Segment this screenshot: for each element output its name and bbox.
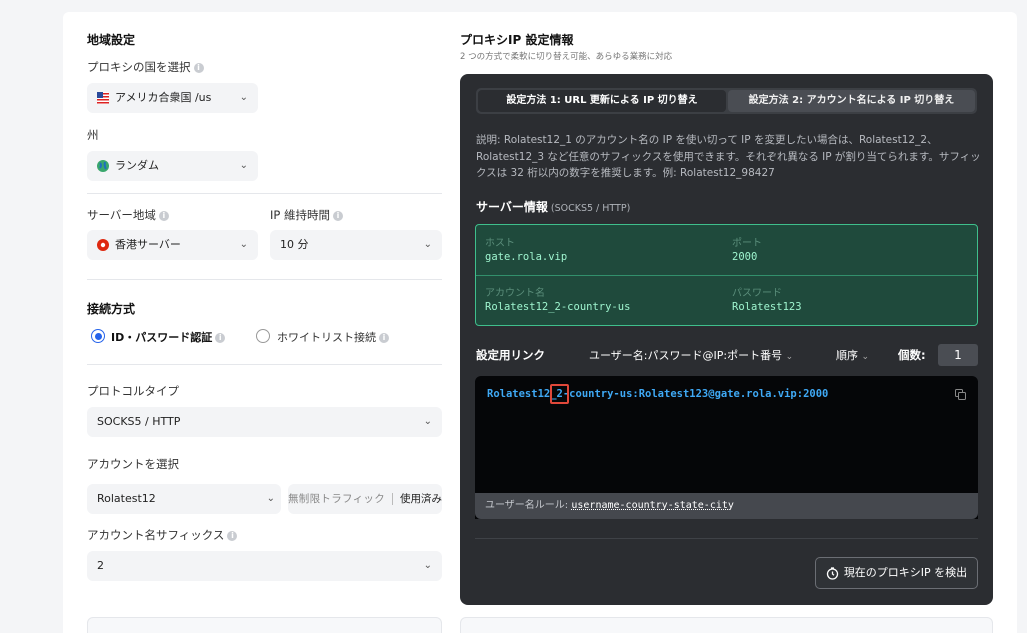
tab-method-1[interactable]: 設定方法 1: URL 更新による IP 切り替え [478, 90, 726, 112]
account-traffic-text: 無制限トラフィック [288, 493, 385, 505]
proxy-ip-settings-subtitle: 2 つの方式で柔軟に切り替え可能、あらゆる業務に対応 [460, 52, 673, 62]
connection-method-title: 接続方式 [87, 302, 136, 316]
divider [87, 279, 442, 280]
account-select-label: アカウントを選択 [87, 457, 179, 471]
chevron-down-icon: ⌄ [861, 352, 870, 362]
count-label: 個数: [898, 348, 926, 362]
chevron-down-icon: ⌄ [239, 160, 248, 171]
username-rule-bar: ユーザー名ルール: username-country-state-city [475, 493, 978, 519]
globe-icon [97, 160, 109, 172]
info-icon: i [332, 210, 343, 221]
method-description: 説明: Rolatest12_1 のアカウント名の IP を使い切って IP を… [476, 134, 981, 179]
proxy-country-select[interactable]: アメリカ合衆国 /us ⌄ [87, 83, 258, 113]
username-rule-value: username-country-state-city [571, 500, 734, 511]
ip-keep-value: 10 分 [280, 238, 309, 251]
proxy-country-value: アメリカ合衆国 /us [115, 91, 212, 104]
account-name-value[interactable]: Rolatest12_2-country-us [485, 301, 630, 313]
chevron-down-icon: ⌄ [239, 239, 248, 250]
suffix-highlight [550, 384, 569, 404]
chevron-down-icon: ⌄ [266, 493, 275, 504]
account-name-label: アカウント名 [485, 288, 545, 299]
divider [475, 538, 978, 539]
us-flag-icon [97, 92, 109, 104]
account-value: Rolatest12 [97, 492, 156, 505]
timer-icon [826, 566, 838, 580]
count-input[interactable]: 1 [938, 344, 978, 366]
account-suffix-select[interactable]: 2 ⌄ [87, 551, 442, 581]
proxy-country-label: プロキシの国を選択 i [87, 59, 204, 75]
whitelist-radio[interactable] [256, 329, 270, 343]
tab-method-2[interactable]: 設定方法 2: アカウント名による IP 切り替え [728, 90, 975, 112]
config-link-text[interactable]: Rolatest12_2-country-us:Rolatest123@gate… [487, 388, 828, 400]
ip-keep-select[interactable]: 10 分 ⌄ [270, 230, 442, 260]
next-panel [87, 617, 442, 633]
link-format-select[interactable]: ユーザー名:パスワード@IP:ポート番号 ⌄ [589, 347, 793, 363]
state-value: ランダム [115, 159, 159, 172]
server-info-box: ホスト gate.rola.vip ポート 2000 アカウント名 Rolate… [475, 224, 978, 326]
username-rule-label: ユーザー名ルール: [485, 500, 569, 511]
account-traffic-box: 無制限トラフィック 使用済み: 0% [288, 484, 442, 514]
id-password-radio[interactable] [91, 329, 105, 343]
port-value[interactable]: 2000 [732, 251, 757, 263]
region-settings-title: 地域設定 [87, 33, 136, 47]
id-password-option: ID・パスワード認証 i [111, 329, 226, 345]
copy-icon[interactable] [955, 389, 966, 400]
protocol-type-select[interactable]: SOCKS5 / HTTP ⌄ [87, 407, 442, 437]
account-used-text: 使用済み: 0% [400, 493, 442, 505]
port-label: ポート [732, 238, 762, 249]
order-select[interactable]: 順序 ⌄ [836, 347, 869, 363]
server-region-select[interactable]: 香港サーバー ⌄ [87, 230, 258, 260]
protocol-type-label: プロトコルタイプ [87, 384, 179, 398]
state-select[interactable]: ランダム ⌄ [87, 151, 258, 181]
chevron-down-icon: ⌄ [785, 352, 794, 362]
proxy-config-panel: 設定方法 1: URL 更新による IP 切り替え 設定方法 2: アカウント名… [460, 74, 993, 605]
account-suffix-label: アカウント名サフィックス i [87, 527, 238, 543]
info-icon: i [379, 333, 389, 343]
protocol-type-value: SOCKS5 / HTTP [97, 415, 181, 428]
host-value[interactable]: gate.rola.vip [485, 251, 567, 263]
server-info-title: サーバー情報 (SOCKS5 / HTTP) [476, 200, 631, 214]
chevron-down-icon: ⌄ [423, 416, 432, 427]
host-label: ホスト [485, 238, 515, 249]
password-label: パスワード [732, 288, 782, 299]
password-value[interactable]: Rolatest123 [732, 301, 802, 313]
whitelist-option: ホワイトリスト接続 i [277, 329, 389, 345]
config-link-row: 設定用リンク ユーザー名:パスワード@IP:ポート番号 ⌄ 順序 ⌄ 個数: 1 [476, 344, 978, 368]
proxy-ip-settings-title: プロキシIP 設定情報 [460, 33, 574, 47]
detect-proxy-ip-label: 現在のプロキシIP を検出 [843, 566, 968, 579]
account-suffix-value: 2 [97, 559, 104, 572]
info-icon: i [227, 530, 238, 541]
hong-kong-flag-icon [97, 239, 109, 251]
server-region-value: 香港サーバー [115, 238, 181, 251]
info-icon: i [158, 210, 169, 221]
state-label: 州 [87, 128, 99, 142]
next-panel [460, 617, 993, 633]
method-tabs: 設定方法 1: URL 更新による IP 切り替え 設定方法 2: アカウント名… [476, 88, 977, 114]
account-select[interactable]: Rolatest12 ⌄ [87, 484, 281, 514]
detect-proxy-ip-button[interactable]: 現在のプロキシIP を検出 [815, 557, 978, 589]
server-region-label: サーバー地域 i [87, 207, 169, 223]
chevron-down-icon: ⌄ [239, 92, 248, 103]
chevron-down-icon: ⌄ [423, 560, 432, 571]
chevron-down-icon: ⌄ [423, 239, 432, 250]
divider [87, 193, 442, 194]
divider [476, 275, 977, 276]
divider [87, 364, 442, 365]
config-link-title: 設定用リンク [476, 348, 545, 362]
ip-keep-label: IP 維持時間 i [270, 207, 343, 223]
info-icon: i [215, 333, 226, 343]
info-icon: i [193, 62, 204, 73]
